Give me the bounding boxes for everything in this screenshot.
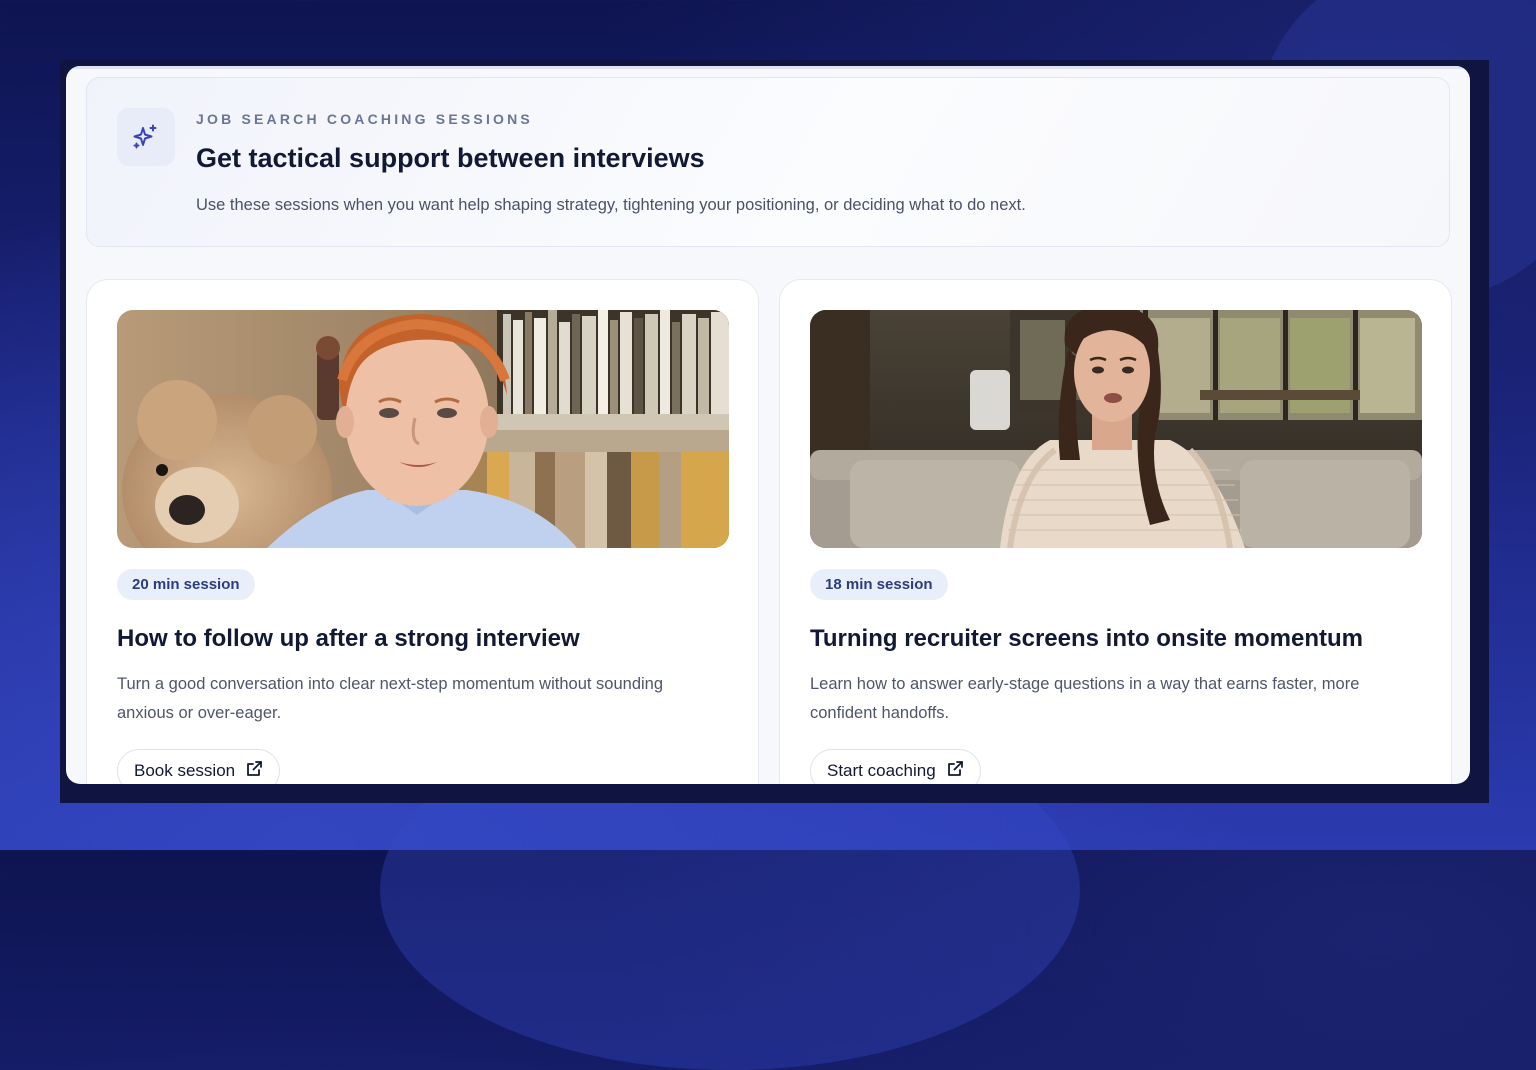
session-title: Turning recruiter screens into onsite mo… xyxy=(810,625,1363,652)
start-coaching-button[interactable]: Start coaching xyxy=(810,749,981,784)
book-session-button[interactable]: Book session xyxy=(117,749,281,784)
page-description: Use these sessions when you want help sh… xyxy=(196,196,1026,214)
button-label: Book session xyxy=(134,761,236,780)
session-duration-badge: 18 min session xyxy=(810,569,948,600)
section-eyebrow: JOB SEARCH COACHING SESSIONS xyxy=(196,111,533,127)
coaching-header-panel: JOB SEARCH COACHING SESSIONS Get tactica… xyxy=(86,77,1450,247)
session-description: Learn how to answer early-stage question… xyxy=(810,675,1360,722)
sparkles-icon xyxy=(117,108,175,166)
session-duration-badge: 20 min session xyxy=(117,569,255,600)
session-title: How to follow up after a strong intervie… xyxy=(117,625,580,652)
session-description: Turn a good conversation into clear next… xyxy=(117,675,664,722)
session-video-thumbnail[interactable] xyxy=(117,310,729,548)
app-window: JOB SEARCH COACHING SESSIONS Get tactica… xyxy=(66,66,1470,784)
session-card: 18 min session Turning recruiter screens… xyxy=(779,279,1452,784)
external-link-icon xyxy=(946,760,964,783)
page-title: Get tactical support between interviews xyxy=(196,143,705,173)
external-link-icon xyxy=(245,760,263,783)
session-card: 20 min session How to follow up after a … xyxy=(86,279,759,784)
session-video-thumbnail[interactable] xyxy=(810,310,1422,548)
button-label: Start coaching xyxy=(827,761,936,780)
